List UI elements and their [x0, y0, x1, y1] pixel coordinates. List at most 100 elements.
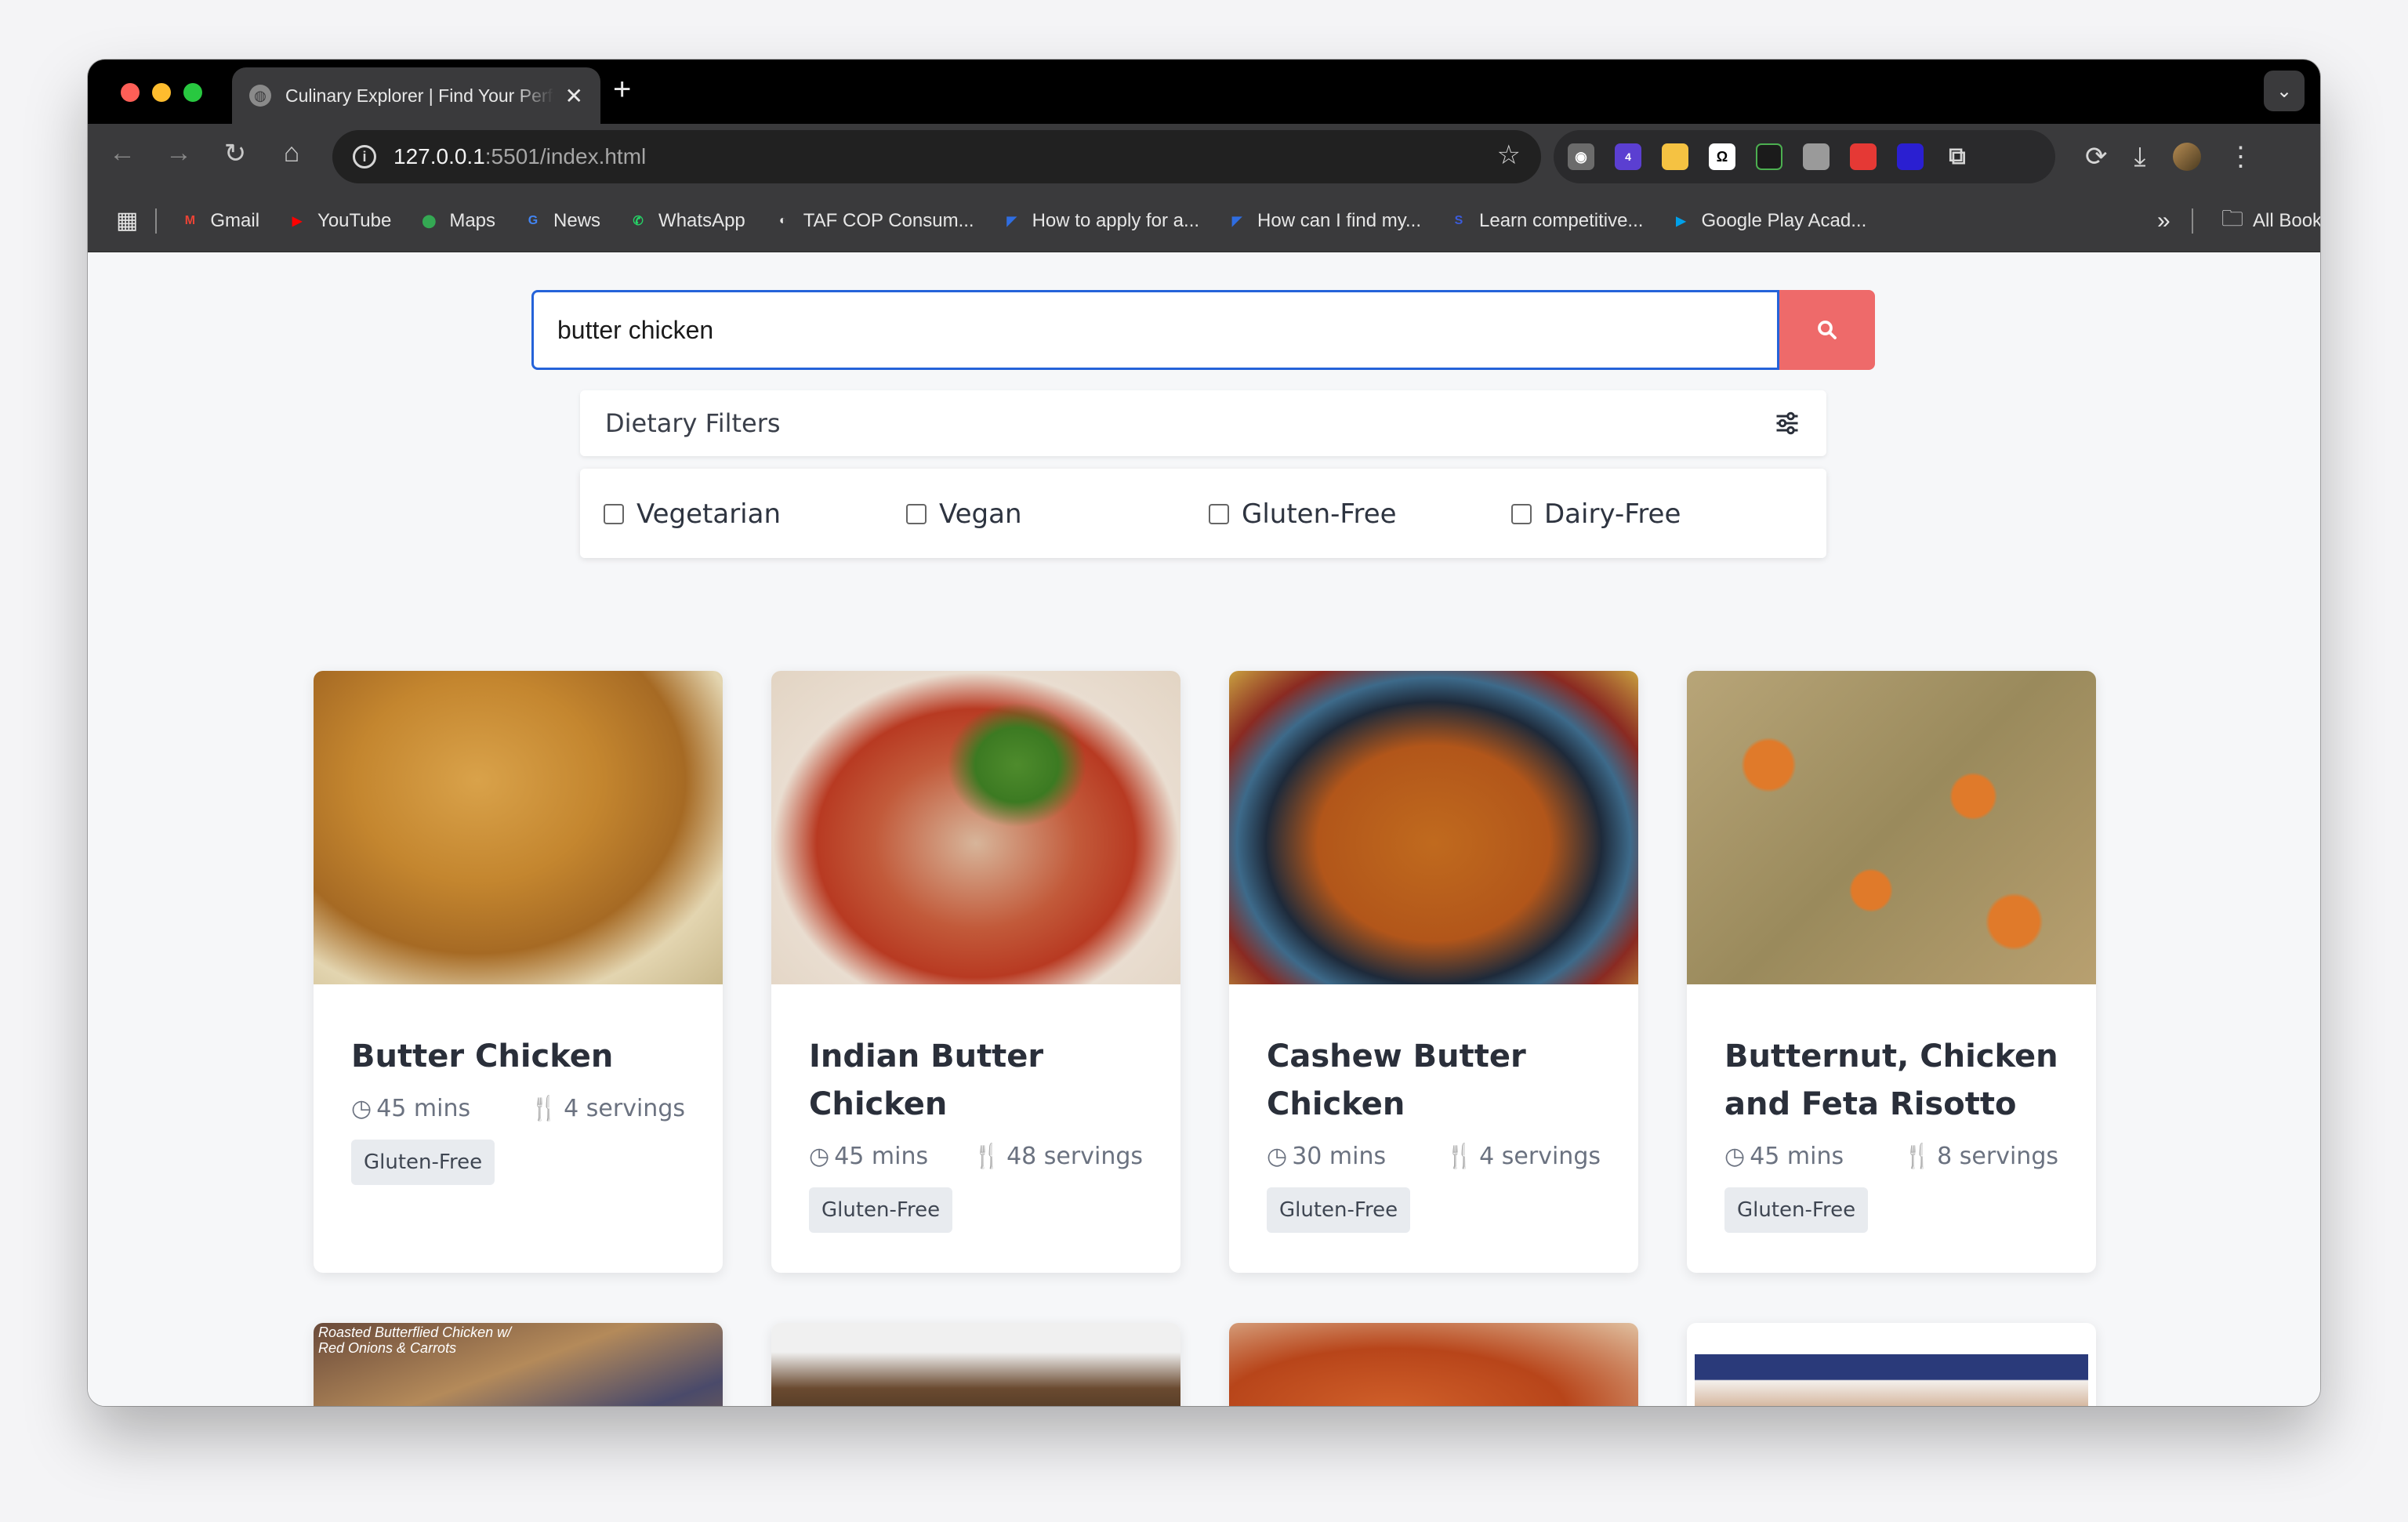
address-bar[interactable]: i 127.0.0.1:5501/index.html ☆ — [332, 130, 1541, 183]
utensils-icon: 🍴 — [972, 1143, 1003, 1170]
all-bookmarks-label: All Bookmarks — [2253, 209, 2320, 231]
search-icon — [1818, 321, 1837, 339]
recipe-title: Cashew Butter Chicken — [1267, 1038, 1526, 1122]
dietary-filters-toggle[interactable]: Dietary Filters — [580, 390, 1826, 456]
new-tab-button[interactable]: + — [613, 72, 631, 107]
bookmark-item[interactable]: M Gmail — [179, 210, 259, 232]
recipe-card[interactable]: Cashew Butter Chicken ◷ 30 mins 🍴 4 servin… — [1229, 671, 1638, 1273]
back-icon[interactable]: ← — [102, 138, 143, 169]
filter-title: Dietary Filters — [605, 408, 781, 438]
info-icon[interactable]: i — [353, 145, 376, 169]
bookmarks-overflow-icon[interactable]: » — [2157, 208, 2170, 234]
filter-option-vegan[interactable]: Vegan — [906, 498, 1022, 530]
record-icon[interactable] — [1850, 143, 1877, 170]
forward-icon[interactable]: → — [158, 138, 199, 169]
bookmarks-bar: ▦ M Gmail ▶ YouTube ⬤ Maps G News ✆ WhatsApp ◐ TAF … — [88, 190, 2320, 252]
recipe-card[interactable]: Roasted Butterflied Chicken w/ Red Onion… — [314, 1323, 723, 1406]
recipe-image — [1229, 671, 1638, 984]
puzzle-icon[interactable]: ⧉ — [1944, 143, 1971, 170]
sync-icon[interactable]: ⟳ — [2085, 141, 2108, 172]
vegetarian-checkbox[interactable] — [604, 504, 624, 524]
play-icon: ▶ — [1676, 214, 1686, 228]
shield-icon[interactable] — [1897, 143, 1924, 170]
recipe-title: Indian Butter Chicken — [809, 1038, 1044, 1122]
filter-option-vegetarian[interactable]: Vegetarian — [604, 498, 781, 530]
bookmark-item[interactable]: ⬤ Maps — [418, 210, 495, 232]
gluten-free-checkbox[interactable] — [1209, 504, 1229, 524]
dairy-free-checkbox[interactable] — [1511, 504, 1532, 524]
recipe-image — [771, 1323, 1180, 1406]
youtube-icon: ▶ — [292, 214, 303, 228]
bookmark-item[interactable]: ▶ YouTube — [286, 210, 391, 232]
recipe-card[interactable] — [771, 1323, 1180, 1406]
recipe-card[interactable] — [1687, 1323, 2096, 1406]
clock-icon: ◷ — [1724, 1143, 1746, 1170]
utensils-icon: 🍴 — [1445, 1143, 1475, 1170]
bookmark-item[interactable]: G News — [522, 210, 600, 232]
search-input[interactable] — [531, 290, 1779, 370]
recipe-servings-value: 4 servings — [564, 1095, 685, 1122]
close-icon[interactable]: ✕ — [565, 83, 583, 109]
recipe-image — [1229, 1323, 1638, 1406]
recipe-time: ◷ 45 mins — [1724, 1143, 1844, 1170]
vegan-checkbox[interactable] — [906, 504, 927, 524]
clock-icon: ◷ — [1267, 1143, 1288, 1170]
recipe-servings: 🍴 4 servings — [1445, 1143, 1601, 1170]
recipe-servings: 🍴 4 servings — [530, 1095, 685, 1122]
bookmark-item[interactable]: ◐ TAF COP Consum... — [772, 210, 974, 232]
chevron-down-icon[interactable]: ⌄ — [2264, 71, 2305, 111]
avatar[interactable] — [2172, 143, 2201, 171]
recipe-time-value: 45 mins — [834, 1143, 929, 1170]
diet-tag: Gluten-Free — [1724, 1187, 1869, 1233]
close-window-button[interactable] — [121, 83, 140, 102]
tab-title: Culinary Explorer | Find Your Perfect Re… — [285, 85, 554, 106]
clock-icon: ◷ — [809, 1143, 830, 1170]
recipe-card[interactable]: Indian Butter Chicken ◷ 45 mins 🍴 48 servi… — [771, 671, 1180, 1273]
recipe-image — [1695, 1354, 2088, 1406]
maximize-window-button[interactable] — [183, 83, 202, 102]
download-icon[interactable]: ⤓ — [2134, 142, 2146, 172]
recipe-servings-value: 8 servings — [1937, 1143, 2058, 1170]
extension-badge: 4 — [1625, 150, 1631, 163]
minimize-window-button[interactable] — [152, 83, 171, 102]
filter-option-dairy-free[interactable]: Dairy-Free — [1511, 498, 1681, 530]
bookmark-label: TAF COP Consum... — [803, 209, 974, 231]
doc-icon: ◤ — [1231, 214, 1242, 228]
active-tab[interactable]: ◍ Culinary Explorer | Find Your Perfect … — [232, 67, 600, 124]
filter-option-gluten-free[interactable]: Gluten-Free — [1209, 498, 1397, 530]
home-icon[interactable]: ⌂ — [271, 138, 312, 169]
recipe-servings: 🍴 8 servings — [1903, 1143, 2058, 1170]
reload-icon[interactable]: ↻ — [215, 138, 256, 169]
bookmark-item[interactable]: ◤ How to apply for a... — [1001, 210, 1199, 232]
camera-icon[interactable]: ◉ — [1568, 143, 1594, 170]
recipe-title: Butter Chicken — [351, 1038, 614, 1074]
bookmark-item[interactable]: ▶ Google Play Acad... — [1670, 210, 1866, 232]
bookmark-item[interactable]: ✆ WhatsApp — [627, 210, 745, 232]
bookmark-label: Gmail — [210, 209, 260, 231]
grid-extension-icon[interactable] — [1756, 143, 1782, 170]
tab-strip: ◍ Culinary Explorer | Find Your Perfect … — [88, 60, 2320, 124]
extension-badge-icon[interactable]: 4 — [1615, 143, 1641, 170]
apps-grid-icon[interactable]: ▦ — [116, 207, 138, 234]
recipe-card[interactable]: Butter Chicken ◷ 45 mins 🍴 4 servings Glut… — [314, 671, 723, 1273]
recipe-image — [314, 671, 723, 984]
course-icon: S — [1454, 213, 1463, 227]
recipe-card[interactable]: Butternut, Chicken and Feta Risotto ◷ 45 … — [1687, 671, 2096, 1273]
bookmarks-divider — [155, 208, 158, 234]
recipe-title: Butternut, Chicken and Feta Risotto — [1724, 1038, 2058, 1122]
news-icon: G — [528, 213, 539, 227]
star-icon[interactable]: ☆ — [1497, 140, 1521, 171]
bookmark-item[interactable]: S Learn competitive... — [1448, 210, 1644, 232]
all-bookmarks[interactable]: 🗀 All Bookmarks — [2221, 202, 2320, 240]
bookmark-label: YouTube — [317, 209, 392, 231]
search-button[interactable] — [1779, 290, 1875, 370]
browser-window: ◍ Culinary Explorer | Find Your Perfect … — [88, 60, 2320, 1406]
bookmark-item[interactable]: ◤ How can I find my... — [1226, 210, 1421, 232]
gmail-icon: M — [184, 213, 196, 227]
omega-icon[interactable]: Ω — [1709, 143, 1735, 170]
diet-tag: Gluten-Free — [351, 1140, 495, 1185]
more-menu-icon[interactable]: ⋮ — [2228, 141, 2254, 172]
note-icon[interactable] — [1662, 143, 1688, 170]
film-icon[interactable] — [1803, 143, 1830, 170]
recipe-card[interactable] — [1229, 1323, 1638, 1406]
